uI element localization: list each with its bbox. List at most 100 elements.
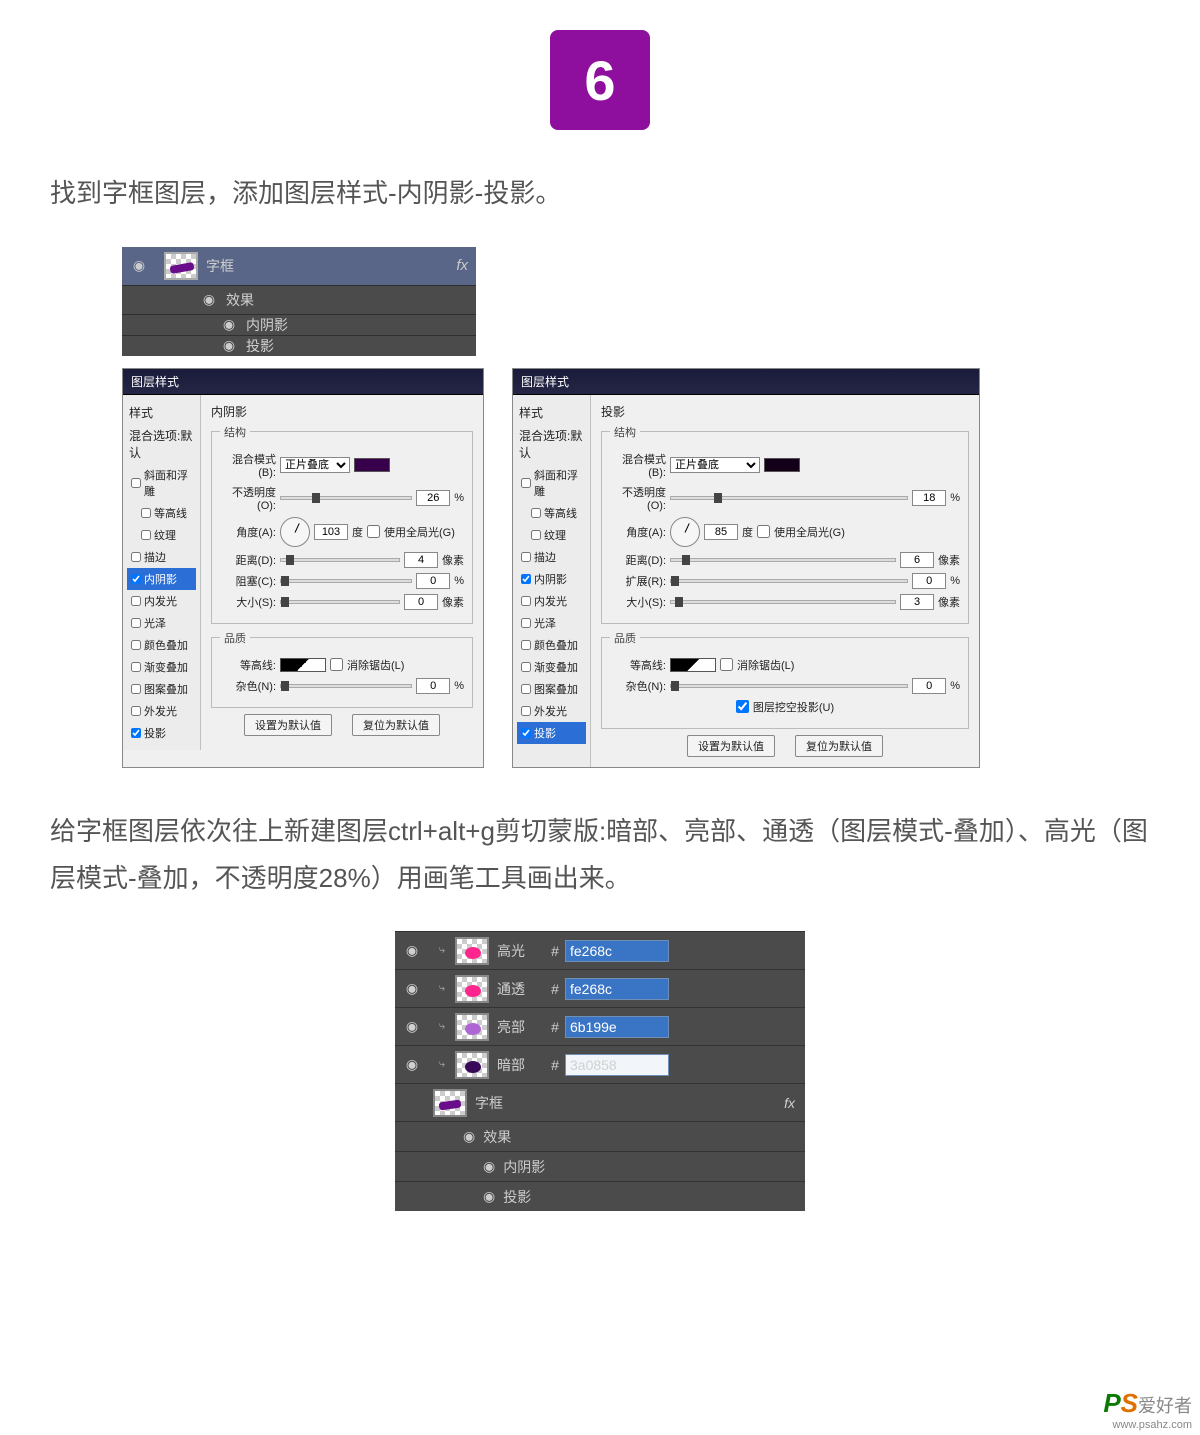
opt-outer-glow[interactable]: 外发光 — [517, 700, 586, 722]
opt-grad-overlay[interactable]: 渐变叠加 — [127, 656, 196, 678]
checkbox[interactable] — [131, 552, 141, 562]
set-default-button[interactable]: 设置为默认值 — [687, 735, 775, 757]
opt-grad-overlay[interactable]: 渐变叠加 — [517, 656, 586, 678]
layer-thumbnail[interactable] — [455, 1013, 489, 1041]
noise-slider[interactable] — [280, 684, 412, 688]
layer-name[interactable]: 亮部 — [497, 1017, 545, 1037]
opt-inner-glow[interactable]: 内发光 — [127, 590, 196, 612]
color-swatch[interactable] — [764, 458, 800, 472]
opt-inner-glow[interactable]: 内发光 — [517, 590, 586, 612]
checkbox[interactable] — [131, 596, 141, 606]
blend-mode-select[interactable]: 正片叠底 — [670, 457, 760, 473]
opt-contour-sub[interactable]: 等高线 — [517, 502, 586, 524]
layer-thumbnail[interactable] — [455, 937, 489, 965]
visibility-icon[interactable]: ◉ — [212, 337, 246, 354]
angle-value[interactable] — [704, 524, 738, 540]
opacity-slider[interactable] — [280, 496, 412, 500]
effect-drop-shadow[interactable]: 投影 — [246, 336, 274, 356]
effect-inner-shadow[interactable]: 内阴影 — [503, 1157, 545, 1177]
opt-color-overlay[interactable]: 颜色叠加 — [517, 634, 586, 656]
checkbox[interactable] — [521, 574, 531, 584]
checkbox[interactable] — [141, 530, 151, 540]
size-value[interactable] — [900, 594, 934, 610]
distance-slider[interactable] — [280, 558, 400, 562]
opacity-value[interactable] — [416, 490, 450, 506]
layer-row[interactable]: ◉⤷通透#fe268c — [395, 969, 805, 1007]
checkbox[interactable] — [531, 508, 541, 518]
checkbox[interactable] — [521, 684, 531, 694]
checkbox[interactable] — [131, 574, 141, 584]
checkbox[interactable] — [521, 478, 531, 488]
layer-name[interactable]: 暗部 — [497, 1055, 545, 1075]
checkbox[interactable] — [141, 508, 151, 518]
hex-value[interactable]: fe268c — [565, 978, 669, 1000]
color-swatch[interactable] — [354, 458, 390, 472]
opt-bevel[interactable]: 斜面和浮雕 — [127, 464, 196, 502]
hex-value[interactable]: 6b199e — [565, 1016, 669, 1038]
set-default-button[interactable]: 设置为默认值 — [244, 714, 332, 736]
visibility-icon[interactable]: ◉ — [395, 942, 429, 959]
checkbox[interactable] — [521, 552, 531, 562]
size-slider[interactable] — [670, 600, 896, 604]
visibility-icon[interactable]: ◉ — [483, 1188, 495, 1205]
checkbox[interactable] — [131, 706, 141, 716]
checkbox[interactable] — [521, 618, 531, 628]
spread-value[interactable] — [912, 573, 946, 589]
contour-picker[interactable] — [280, 658, 326, 672]
fx-indicator[interactable]: fx — [456, 257, 468, 274]
visibility-icon[interactable]: ◉ — [212, 316, 246, 333]
effect-drop-shadow[interactable]: 投影 — [503, 1187, 531, 1207]
opt-satin[interactable]: 光泽 — [127, 612, 196, 634]
opt-satin[interactable]: 光泽 — [517, 612, 586, 634]
opt-texture-sub[interactable]: 纹理 — [517, 524, 586, 546]
anti-alias-checkbox[interactable] — [330, 658, 343, 671]
noise-value[interactable] — [912, 678, 946, 694]
opt-contour-sub[interactable]: 等高线 — [127, 502, 196, 524]
visibility-icon[interactable]: ◉ — [395, 1056, 429, 1073]
layer-name[interactable]: 高光 — [497, 941, 545, 961]
visibility-icon[interactable]: ◉ — [395, 1018, 429, 1035]
checkbox[interactable] — [131, 662, 141, 672]
opt-texture-sub[interactable]: 纹理 — [127, 524, 196, 546]
global-light-checkbox[interactable] — [367, 525, 380, 538]
reset-default-button[interactable]: 复位为默认值 — [352, 714, 440, 736]
checkbox[interactable] — [131, 618, 141, 628]
opt-color-overlay[interactable]: 颜色叠加 — [127, 634, 196, 656]
global-light-checkbox[interactable] — [757, 525, 770, 538]
layer-row[interactable]: ◉⤷暗部#3a0858 — [395, 1045, 805, 1083]
opacity-value[interactable] — [912, 490, 946, 506]
fx-indicator[interactable]: fx — [784, 1095, 795, 1111]
distance-slider[interactable] — [670, 558, 896, 562]
blend-default[interactable]: 混合选项:默认 — [517, 424, 586, 464]
layer-name[interactable]: 字框 — [475, 1093, 523, 1113]
distance-value[interactable] — [404, 552, 438, 568]
blend-default[interactable]: 混合选项:默认 — [127, 424, 196, 464]
opacity-slider[interactable] — [670, 496, 908, 500]
layer-thumbnail[interactable] — [164, 252, 198, 280]
visibility-icon[interactable]: ◉ — [483, 1158, 495, 1175]
checkbox[interactable] — [131, 640, 141, 650]
layer-thumbnail[interactable] — [433, 1089, 467, 1117]
hex-value[interactable]: 3a0858 — [565, 1054, 669, 1076]
visibility-icon[interactable]: ◉ — [122, 257, 156, 274]
opt-stroke[interactable]: 描边 — [127, 546, 196, 568]
effect-inner-shadow[interactable]: 内阴影 — [246, 315, 288, 335]
opt-outer-glow[interactable]: 外发光 — [127, 700, 196, 722]
layer-thumbnail[interactable] — [455, 1051, 489, 1079]
angle-value[interactable] — [314, 524, 348, 540]
opt-drop-shadow[interactable]: 投影 — [517, 722, 586, 744]
visibility-icon[interactable]: ◉ — [192, 291, 226, 308]
opt-bevel[interactable]: 斜面和浮雕 — [517, 464, 586, 502]
angle-control[interactable] — [670, 517, 700, 547]
visibility-icon[interactable]: ◉ — [463, 1128, 475, 1145]
spread-slider[interactable] — [670, 579, 908, 583]
checkbox[interactable] — [521, 596, 531, 606]
opt-inner-shadow[interactable]: 内阴影 — [517, 568, 586, 590]
size-value[interactable] — [404, 594, 438, 610]
checkbox[interactable] — [521, 640, 531, 650]
distance-value[interactable] — [900, 552, 934, 568]
blend-mode-select[interactable]: 正片叠底 — [280, 457, 350, 473]
opt-pattern-overlay[interactable]: 图案叠加 — [517, 678, 586, 700]
layer-row[interactable]: ◉⤷亮部#6b199e — [395, 1007, 805, 1045]
size-slider[interactable] — [280, 600, 400, 604]
